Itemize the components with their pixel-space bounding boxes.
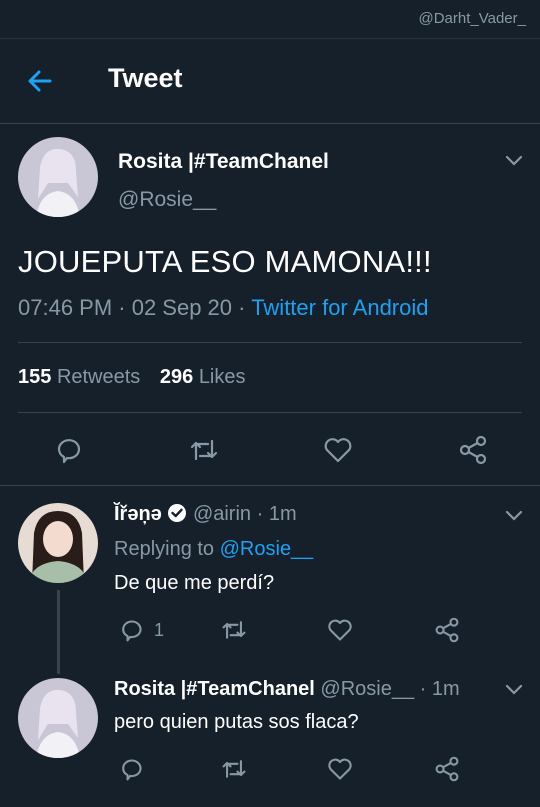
reply-time: · 1m <box>419 678 460 700</box>
likes-count: 296 <box>159 366 194 388</box>
replying-to-link[interactable]: @Rosie__ <box>220 538 314 560</box>
replying-prefix: Replying to <box>114 538 220 560</box>
reply-actions: 1 <box>114 617 514 647</box>
retweets-count: 155 <box>18 366 52 388</box>
reply-author-name[interactable]: Ĭřəņə <box>114 503 162 525</box>
like-heart-icon[interactable] <box>327 617 353 643</box>
reply-author-handle[interactable]: @Rosie__ <box>320 678 414 700</box>
chevron-down-icon[interactable] <box>505 155 523 167</box>
like-heart-icon[interactable] <box>323 435 353 465</box>
watermark: @Darht_Vader_ <box>418 10 526 27</box>
chevron-down-icon[interactable] <box>505 684 523 696</box>
reply-time: · 1m <box>256 503 297 525</box>
share-icon[interactable] <box>458 435 488 465</box>
retweets-label: Retweets <box>56 366 141 388</box>
reply-author-handle[interactable]: @airin <box>193 503 251 525</box>
likes-label: Likes <box>198 366 246 388</box>
tweet-source-link[interactable]: Twitter for Android <box>251 295 428 320</box>
tweet-stats: 155 Retweets 296 Likes <box>18 366 246 389</box>
retweet-icon[interactable] <box>188 435 220 465</box>
avatar[interactable] <box>18 137 98 217</box>
reply-header: Rosita |#TeamChanel @Rosie__ · 1m <box>114 678 460 701</box>
divider <box>18 412 522 413</box>
retweet-icon[interactable] <box>220 756 248 782</box>
avatar[interactable] <box>18 678 98 758</box>
thread-line <box>57 590 60 674</box>
divider <box>0 485 540 486</box>
page-title: Tweet <box>108 63 183 93</box>
retweets-stat[interactable]: 155 Retweets <box>18 366 140 388</box>
tweet-meta: 07:46 PM · 02 Sep 20 · Twitter for Andro… <box>18 295 429 321</box>
author-handle[interactable]: @Rosie__ <box>118 188 216 212</box>
replying-to: Replying to @Rosie__ <box>114 538 313 561</box>
reply-author-name[interactable]: Rosita |#TeamChanel <box>114 678 315 700</box>
back-arrow-icon[interactable] <box>26 67 54 95</box>
share-icon[interactable] <box>434 756 460 782</box>
reply-text: De que me perdí? <box>114 572 275 594</box>
author-name[interactable]: Rosita |#TeamChanel <box>118 150 329 174</box>
like-heart-icon[interactable] <box>327 756 353 782</box>
avatar[interactable] <box>18 503 98 583</box>
likes-stat[interactable]: 296 Likes <box>160 366 246 388</box>
divider <box>18 342 522 343</box>
chevron-down-icon[interactable] <box>505 510 523 522</box>
reply-icon[interactable] <box>53 435 83 465</box>
reply-actions <box>114 756 514 786</box>
top-bar: Tweet <box>0 38 540 124</box>
retweet-icon[interactable] <box>220 617 248 643</box>
reply-icon[interactable] <box>118 617 144 643</box>
reply-text: pero quien putas sos flaca? <box>114 711 359 733</box>
reply-header: Ĭřəņə @airin · 1m <box>114 503 297 526</box>
verified-icon <box>168 504 187 522</box>
share-icon[interactable] <box>434 617 460 643</box>
reply-icon[interactable] <box>118 756 144 782</box>
tweet-time: 07:46 PM · 02 Sep 20 · <box>18 295 252 320</box>
tweet-text: JOUEPUTA ESO MAMONA!!! <box>18 244 432 279</box>
tweet-actions <box>0 425 540 475</box>
reply-count: 1 <box>154 620 165 640</box>
